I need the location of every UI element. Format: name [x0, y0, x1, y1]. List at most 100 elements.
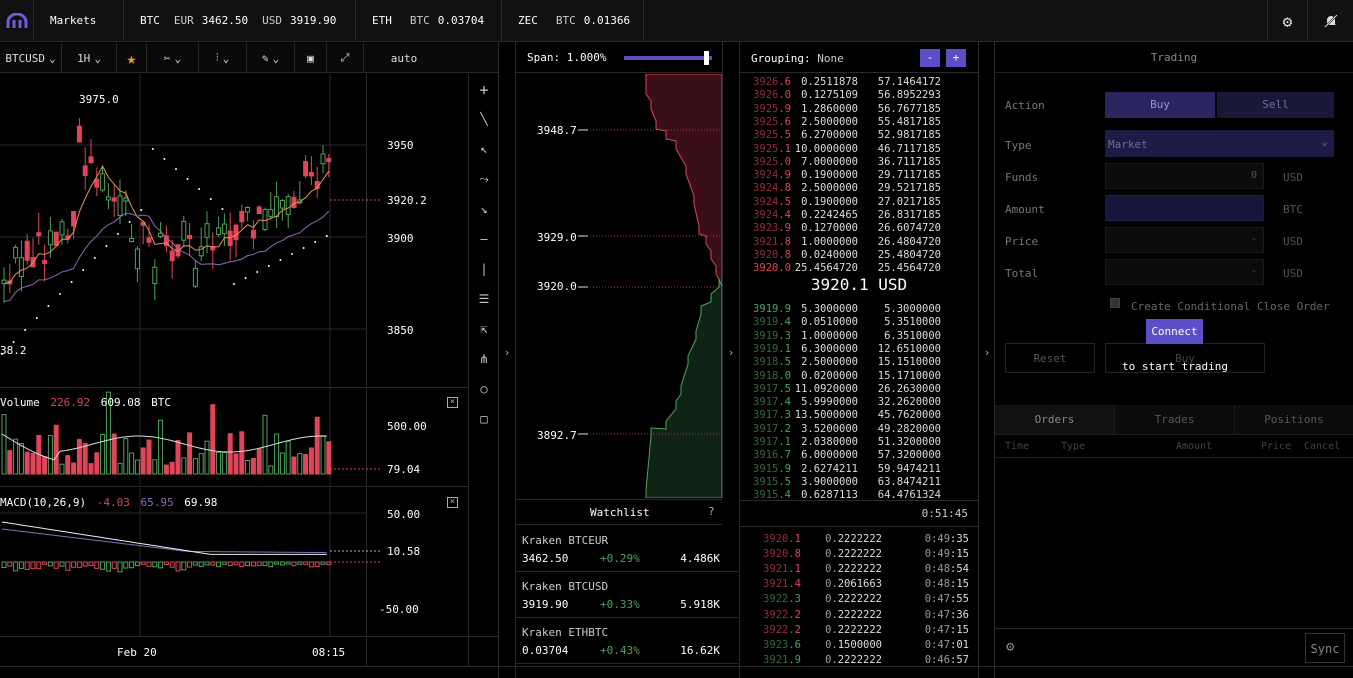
ask-row[interactable]: 3926.6 0.2511878 57.1464172 — [741, 76, 978, 89]
tool-fib[interactable]: ⇱ — [470, 322, 498, 336]
span-slider[interactable] — [624, 56, 712, 60]
sync-button[interactable]: Sync — [1305, 633, 1345, 663]
tool-circle[interactable]: ○ — [470, 382, 498, 396]
trading-settings-button[interactable]: ⚙ — [1006, 639, 1014, 655]
ask-row[interactable]: 3925.0 7.0000000 36.7117185 — [741, 156, 978, 169]
chart-type-selector[interactable]: ✂ ⌄ — [147, 43, 199, 73]
tool-crosshair[interactable]: + — [470, 81, 498, 99]
indicators-selector[interactable]: ⫶ ⌄ — [199, 43, 247, 73]
bid-row[interactable]: 3919.9 5.3000000 5.3000000 — [741, 303, 978, 316]
macd-axis-tick: -50.00 — [379, 603, 419, 616]
ask-row[interactable]: 3920.0 25.4564720 25.4564720 — [741, 262, 978, 275]
funds-field[interactable]: 0 — [1105, 163, 1264, 189]
interval-selector[interactable]: 1H ⌄ — [62, 43, 117, 73]
watchlist-help-button[interactable]: ? — [708, 505, 715, 518]
ask-row[interactable]: 3924.4 0.2242465 26.8317185 — [741, 209, 978, 222]
ask-row[interactable]: 3925.1 10.0000000 46.7117185 — [741, 143, 978, 156]
buy-toggle[interactable]: Buy — [1105, 92, 1215, 118]
ask-row[interactable]: 3924.5 0.1900000 27.0217185 — [741, 196, 978, 209]
screenshot-button[interactable]: ▣ — [295, 43, 327, 73]
sell-toggle[interactable]: Sell — [1217, 92, 1334, 118]
tool-rectangle[interactable]: □ — [470, 412, 498, 426]
tab-trades[interactable]: Trades — [1114, 405, 1234, 434]
tool-line[interactable]: ╲ — [470, 112, 498, 126]
tool-pitchfork[interactable]: ⋔ — [470, 352, 498, 366]
price-chart[interactable] — [0, 74, 468, 666]
price-field[interactable]: - — [1105, 227, 1264, 253]
volume-bar — [279, 452, 285, 475]
collapse-orderbook-button[interactable]: › — [979, 346, 995, 359]
order-type-select[interactable]: Market ⌄ — [1105, 130, 1334, 157]
bid-row[interactable]: 3916.7 6.0000000 57.3200000 — [741, 449, 978, 462]
ask-row[interactable]: 3920.8 0.0240000 25.4804720 — [741, 249, 978, 262]
ask-row[interactable]: 3921.8 1.0000000 26.4804720 — [741, 236, 978, 249]
drawing-selector[interactable]: ✎ ⌄ — [247, 43, 295, 73]
bid-row[interactable]: 3918.0 0.0200000 15.1710000 — [741, 370, 978, 383]
tab-orders[interactable]: Orders — [995, 405, 1114, 434]
price-candle — [221, 223, 227, 235]
settings-button[interactable]: ⚙ — [1267, 0, 1307, 42]
reset-button[interactable]: Reset — [1005, 343, 1095, 373]
grouping-value[interactable]: None — [817, 52, 844, 65]
bid-amount: 2.5000000 — [801, 356, 858, 369]
watchlist-item[interactable]: Kraken ETHBTC 0.03704 +0.43% 16.62K — [516, 618, 738, 664]
ask-row[interactable]: 3925.9 1.2860000 56.7677185 — [741, 103, 978, 116]
bid-row[interactable]: 3917.3 13.5000000 45.7620000 — [741, 409, 978, 422]
price-candle — [308, 171, 314, 177]
tool-channel[interactable]: ☰ — [470, 292, 498, 306]
column-cancel: Cancel — [1304, 441, 1341, 452]
connect-button[interactable]: Connect — [1146, 319, 1203, 344]
notifications-button[interactable] — [1307, 0, 1353, 42]
bid-row[interactable]: 3915.9 2.6274211 59.9474211 — [741, 463, 978, 476]
kraken-logo[interactable] — [0, 0, 34, 42]
volume-bar — [100, 434, 106, 475]
tool-arrow[interactable]: ↘ — [470, 202, 498, 216]
tab-positions[interactable]: Positions — [1234, 405, 1353, 434]
ask-total: 56.8952293 — [877, 89, 941, 102]
bid-row[interactable]: 3917.4 5.9990000 32.2620000 — [741, 396, 978, 409]
markets-menu[interactable]: Markets — [34, 0, 124, 42]
pair-selector[interactable]: BTCUSD ⌄ — [0, 43, 62, 73]
tool-curve[interactable]: ⤳ — [470, 172, 498, 187]
ask-row[interactable]: 3925.5 6.2700000 52.9817185 — [741, 129, 978, 142]
collapse-chart-button[interactable]: › — [499, 346, 515, 359]
macd-axis-current: 10.58 — [387, 545, 421, 558]
ask-row[interactable]: 3923.9 0.1270000 26.6074720 — [741, 222, 978, 235]
ask-row[interactable]: 3926.0 0.1275109 56.8952293 — [741, 89, 978, 102]
collapse-depth-button[interactable]: › — [723, 346, 739, 359]
watchlist-item-name: Kraken ETHBTC — [522, 626, 609, 639]
column-time: Time — [1005, 441, 1030, 452]
bid-row[interactable]: 3917.5 11.0920000 26.2630000 — [741, 383, 978, 396]
conditional-close-checkbox[interactable] — [1110, 298, 1120, 308]
grouping-increase-button[interactable]: + — [946, 49, 966, 67]
favorite-button[interactable]: ★ — [117, 43, 147, 73]
amount-input[interactable] — [1105, 195, 1264, 221]
total-field[interactable]: - — [1105, 259, 1264, 285]
ticker-eth[interactable]: ETH BTC 0.03704 — [356, 0, 502, 42]
volume-close-button[interactable]: × — [447, 397, 458, 408]
bid-row[interactable]: 3919.3 1.0000000 6.3510000 — [741, 330, 978, 343]
bid-row[interactable]: 3918.5 2.5000000 15.1510000 — [741, 356, 978, 369]
bid-row[interactable]: 3919.4 0.0510000 5.3510000 — [741, 316, 978, 329]
bid-row[interactable]: 3917.2 3.5200000 49.2820000 — [741, 423, 978, 436]
macd-histogram-bar — [53, 561, 59, 569]
ticker-btc[interactable]: BTC EUR 3462.50 USD 3919.90 — [124, 0, 356, 42]
watchlist-item[interactable]: Kraken BTCEUR 3462.50 +0.29% 4.486K — [516, 526, 738, 572]
span-slider-handle[interactable] — [704, 51, 709, 65]
ask-row[interactable]: 3924.8 2.5000000 29.5217185 — [741, 182, 978, 195]
bid-row[interactable]: 3917.1 2.0380000 51.3200000 — [741, 436, 978, 449]
ask-row[interactable]: 3925.6 2.5000000 55.4817185 — [741, 116, 978, 129]
scale-selector[interactable]: auto — [364, 43, 444, 73]
grouping-decrease-button[interactable]: - — [920, 49, 940, 67]
macd-histogram-bar — [198, 561, 204, 568]
bid-row[interactable]: 3919.1 6.3000000 12.6510000 — [741, 343, 978, 356]
macd-close-button[interactable]: × — [447, 497, 458, 508]
ask-row[interactable]: 3924.9 0.1900000 29.7117185 — [741, 169, 978, 182]
tool-horizontal-line[interactable]: — — [470, 232, 498, 246]
bid-row[interactable]: 3915.5 3.9000000 63.8474211 — [741, 476, 978, 489]
ticker-zec[interactable]: ZEC BTC 0.01366 — [502, 0, 644, 42]
fullscreen-button[interactable]: ⤢ — [327, 43, 364, 73]
watchlist-item[interactable]: Kraken BTCUSD 3919.90 +0.33% 5.918K — [516, 572, 738, 618]
tool-vertical-line[interactable]: | — [470, 262, 498, 276]
tool-ray[interactable]: ↖ — [470, 142, 498, 156]
